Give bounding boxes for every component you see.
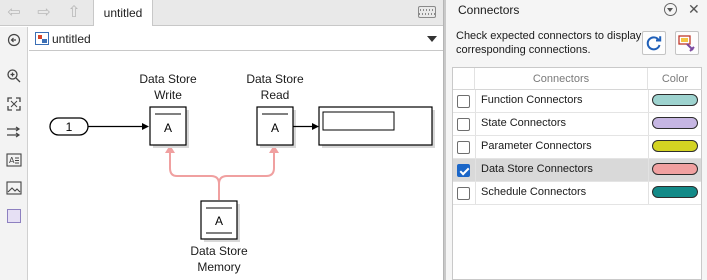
refresh-icon [646, 36, 662, 51]
column-header-check [453, 68, 475, 90]
write-block-label: Data Store Write [128, 71, 208, 103]
column-header-connectors: Connectors [475, 68, 648, 90]
highlight-button[interactable] [675, 31, 699, 55]
row-label: Parameter Connectors [481, 140, 592, 152]
write-label-line2: Write [154, 88, 182, 102]
back-arrow-icon[interactable]: ⇦ [4, 3, 24, 23]
route-lines-icon[interactable] [5, 123, 23, 141]
color-swatch-data-store[interactable] [652, 163, 698, 175]
checkbox-schedule-connectors[interactable] [457, 187, 470, 200]
connectors-panel: Connectors ✕ Check expected connectors t… [446, 0, 707, 280]
display-field [322, 111, 395, 131]
signal-arrowhead [142, 123, 149, 130]
checkbox-function-connectors[interactable] [457, 95, 470, 108]
color-swatch-schedule[interactable] [652, 186, 698, 198]
panel-header: Connectors ✕ [446, 0, 707, 20]
row-label: Schedule Connectors [481, 186, 587, 198]
panel-menu-icon[interactable] [664, 3, 677, 16]
connector-row-schedule[interactable]: Schedule Connectors [453, 182, 701, 205]
memory-label-line2: Memory [197, 260, 241, 274]
up-arrow-icon[interactable]: ⇧ [64, 3, 84, 23]
color-swatch-function[interactable] [652, 94, 698, 106]
highlight-icon [678, 35, 695, 52]
row-label: Function Connectors [481, 94, 583, 106]
connector-row-parameter[interactable]: Parameter Connectors [453, 136, 701, 159]
image-icon[interactable] [5, 179, 23, 197]
keyboard-icon[interactable] [418, 6, 436, 18]
fit-to-view-icon[interactable] [5, 95, 23, 113]
signal-arrowhead [312, 123, 319, 130]
model-icon [35, 32, 49, 45]
read-label-line1: Data Store [246, 72, 304, 86]
address-text: untitled [52, 32, 91, 46]
model-canvas[interactable]: 1 A A A Data Store Write Data Store Read… [29, 52, 443, 280]
read-label-line2: Read [260, 88, 290, 102]
hide-browser-icon[interactable] [5, 31, 23, 49]
area-icon[interactable] [5, 207, 23, 225]
model-address-bar[interactable]: untitled [29, 27, 443, 51]
close-icon[interactable]: ✕ [688, 1, 700, 17]
checkbox-parameter-connectors[interactable] [457, 141, 470, 154]
write-block-glyph: A [164, 121, 172, 135]
editor-tab-bar: ⇦ ⇨ ⇧ untitled [0, 0, 443, 26]
read-block-label: Data Store Read [235, 71, 315, 103]
annotation-icon[interactable]: A [5, 151, 23, 169]
checkbox-state-connectors[interactable] [457, 118, 470, 131]
connector-row-data-store[interactable]: Data Store Connectors [453, 159, 701, 182]
zoom-icon[interactable] [5, 67, 23, 85]
connector-row-function[interactable]: Function Connectors [453, 90, 701, 113]
row-label: Data Store Connectors [481, 163, 593, 175]
data-store-connector-write [169, 148, 220, 200]
svg-text:A: A [9, 156, 15, 165]
connector-row-state[interactable]: State Connectors [453, 113, 701, 136]
memory-label-line1: Data Store [190, 244, 248, 258]
memory-block-label: Data Store Memory [179, 243, 259, 275]
read-block-glyph: A [271, 121, 279, 135]
model-editor: ⇦ ⇨ ⇧ untitled A untitled 1 A A A Data S… [0, 0, 443, 280]
color-swatch-parameter[interactable] [652, 140, 698, 152]
column-header-color: Color [648, 68, 702, 90]
panel-title: Connectors [458, 3, 520, 17]
tab-untitled[interactable]: untitled [93, 0, 153, 26]
canvas-toolstrip: A [0, 27, 28, 280]
write-label-line1: Data Store [139, 72, 197, 86]
memory-block-glyph: A [215, 214, 223, 228]
data-store-connector-read [218, 148, 275, 200]
row-label: State Connectors [481, 117, 566, 129]
refresh-button[interactable] [642, 31, 666, 55]
chevron-down-icon[interactable] [427, 36, 437, 42]
connectors-table: Connectors Color Function Connectors Sta… [452, 67, 702, 280]
forward-arrow-icon[interactable]: ⇨ [34, 3, 54, 23]
panel-help-text: Check expected connectors to display cor… [456, 30, 642, 56]
checkbox-data-store-connectors[interactable] [457, 164, 470, 177]
color-swatch-state[interactable] [652, 117, 698, 129]
inport-number: 1 [66, 120, 73, 134]
